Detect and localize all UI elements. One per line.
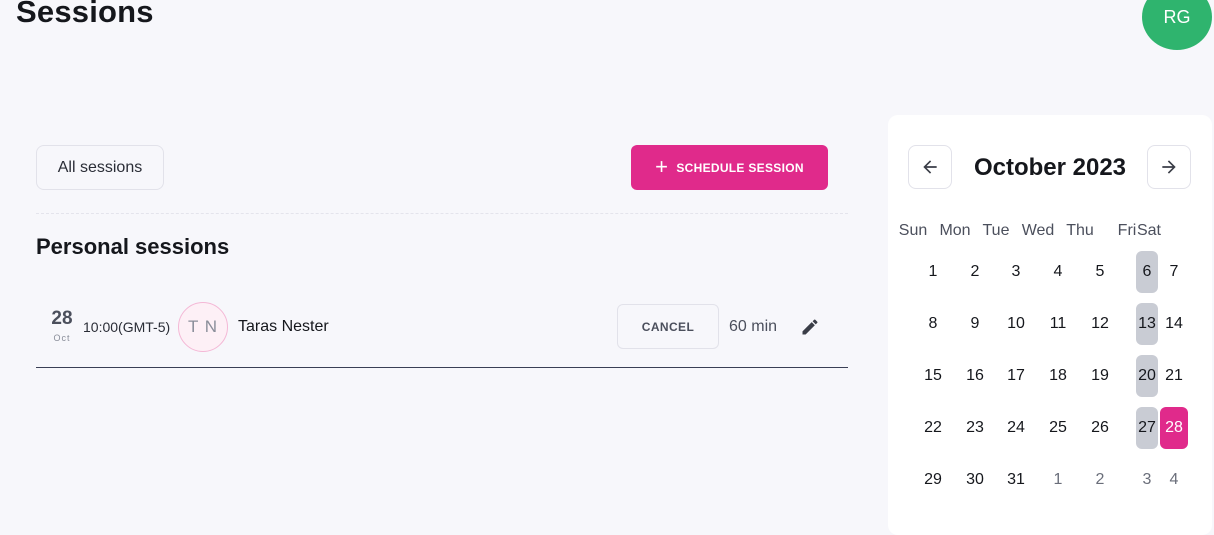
calendar-month-title: October 2023	[973, 154, 1127, 181]
calendar-day[interactable]: 7	[1154, 251, 1194, 293]
arrow-right-icon	[1162, 160, 1176, 174]
calendar-day[interactable]: 2	[1080, 459, 1120, 501]
session-time: 10:00(GMT-5)	[83, 319, 171, 335]
calendar-day[interactable]: 10	[996, 303, 1036, 345]
calendar-day[interactable]: 4	[1038, 251, 1078, 293]
calendar-day[interactable]: 31	[996, 459, 1036, 501]
calendar-day[interactable]: 23	[955, 407, 995, 449]
calendar-day[interactable]: 29	[913, 459, 953, 501]
calendar-day[interactable]: 15	[913, 355, 953, 397]
calendar-day[interactable]: 8	[913, 303, 953, 345]
client-name[interactable]: Taras Nester	[238, 318, 329, 336]
session-date: 28 Oct	[48, 308, 76, 343]
calendar-day[interactable]: 27	[1136, 407, 1158, 449]
session-row[interactable]: 28 Oct 10:00(GMT-5) T N Taras Nester CAN…	[36, 290, 848, 368]
calendar-day[interactable]: 24	[996, 407, 1036, 449]
calendar-day[interactable]: 5	[1080, 251, 1120, 293]
calendar-day[interactable]: 19	[1080, 355, 1120, 397]
calendar-day[interactable]: 1	[913, 251, 953, 293]
schedule-session-label: SCHEDULE SESSION	[676, 160, 804, 175]
section-title: Personal sessions	[36, 234, 230, 259]
calendar-day[interactable]: 28	[1160, 407, 1188, 449]
calendar-day[interactable]: 9	[955, 303, 995, 345]
session-date-month: Oct	[53, 333, 71, 343]
weekday-tue: Tue	[982, 222, 1010, 239]
session-date-day: 28	[51, 308, 73, 329]
weekday-wed: Wed	[1021, 222, 1055, 239]
page-title: Sessions	[16, 0, 154, 29]
weekday-mon: Mon	[939, 222, 971, 239]
client-avatar: T N	[178, 302, 228, 352]
plus-icon: +	[655, 153, 669, 179]
calendar-day[interactable]: 22	[913, 407, 953, 449]
session-duration: 60 min	[729, 318, 778, 335]
calendar-day[interactable]: 16	[955, 355, 995, 397]
cancel-button[interactable]: CANCEL	[617, 304, 719, 349]
calendar-day[interactable]: 1	[1038, 459, 1078, 501]
divider	[36, 213, 848, 214]
calendar-day[interactable]: 3	[996, 251, 1036, 293]
calendar-panel: October 2023 Sun Mon Tue Wed Thu Fri Sat 1 2 3 4 5 6…	[888, 115, 1212, 535]
calendar-day[interactable]: 12	[1080, 303, 1120, 345]
calendar-day[interactable]: 14	[1154, 303, 1194, 345]
arrow-left-icon	[923, 160, 937, 174]
calendar-day[interactable]: 21	[1154, 355, 1194, 397]
calendar-day[interactable]: 4	[1154, 459, 1194, 501]
calendar-day[interactable]: 17	[996, 355, 1036, 397]
weekday-sat: Sat	[1136, 222, 1161, 239]
all-sessions-filter[interactable]: All sessions	[36, 145, 164, 190]
user-avatar[interactable]: RG	[1142, 0, 1212, 50]
weekday-thu: Thu	[1066, 222, 1094, 239]
calendar-day[interactable]: 26	[1080, 407, 1120, 449]
calendar-day[interactable]: 2	[955, 251, 995, 293]
calendar-prev-button[interactable]	[908, 145, 952, 189]
calendar-next-button[interactable]	[1147, 145, 1191, 189]
edit-pencil-icon[interactable]	[800, 317, 820, 337]
weekday-sun: Sun	[898, 222, 928, 239]
calendar-day[interactable]: 25	[1038, 407, 1078, 449]
schedule-session-button[interactable]: + SCHEDULE SESSION	[631, 145, 828, 190]
calendar-day[interactable]: 11	[1038, 303, 1078, 345]
calendar-day[interactable]: 30	[955, 459, 995, 501]
calendar-day[interactable]: 18	[1038, 355, 1078, 397]
